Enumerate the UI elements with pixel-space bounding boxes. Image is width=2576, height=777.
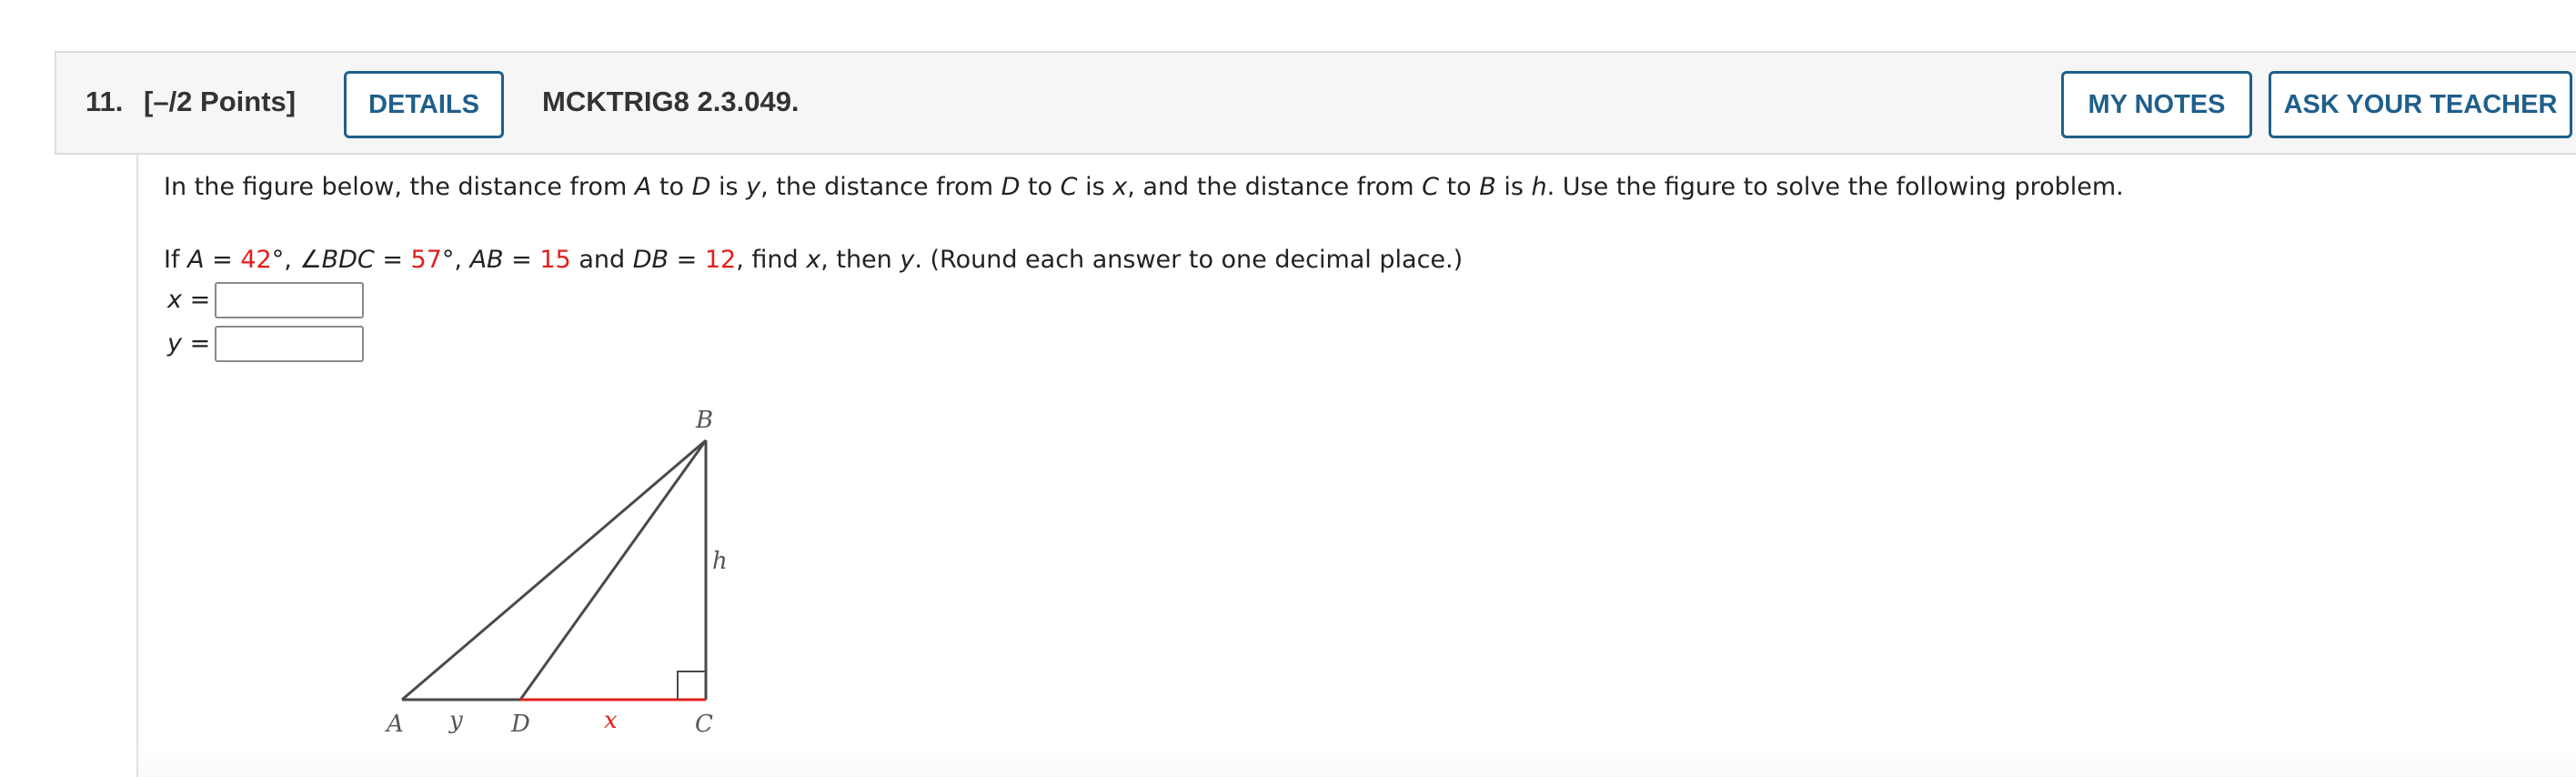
ask-your-teacher-button[interactable]: ASK YOUR TEACHER bbox=[2269, 71, 2572, 138]
segment-db bbox=[518, 439, 708, 701]
label-c: C bbox=[695, 711, 713, 738]
details-button[interactable]: DETAILS bbox=[344, 71, 504, 138]
label-h: h bbox=[712, 548, 728, 575]
question-points: [–/2 Points] bbox=[144, 86, 297, 117]
segment-ab bbox=[401, 439, 707, 701]
label-d: D bbox=[510, 711, 530, 738]
label-x: x bbox=[604, 707, 618, 734]
question-number: 11. bbox=[86, 86, 124, 117]
question-body: In the figure below, the distance from A… bbox=[136, 155, 2576, 777]
label-y: y bbox=[448, 707, 463, 734]
label-b: B bbox=[695, 407, 713, 434]
right-angle-mark bbox=[677, 671, 706, 700]
question-header: 11. [–/2 Points] DETAILS MCKTRIG8 2.3.04… bbox=[55, 51, 2576, 155]
question-code: MCKTRIG8 2.3.049. bbox=[542, 86, 800, 117]
my-notes-button[interactable]: MY NOTES bbox=[2061, 71, 2252, 138]
label-a: A bbox=[385, 711, 404, 738]
question-page: 11. [–/2 Points] DETAILS MCKTRIG8 2.3.04… bbox=[0, 0, 2576, 777]
triangle-figure: B h A y D x C bbox=[385, 407, 728, 738]
